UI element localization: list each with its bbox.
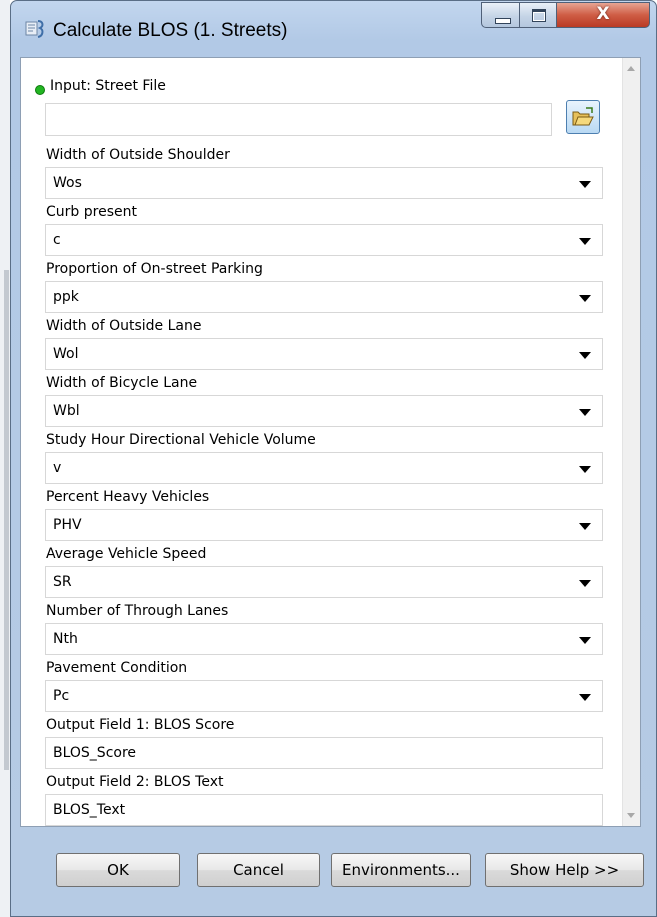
dropdown-arrow-icon <box>579 181 591 188</box>
param-select-nth[interactable]: Nth <box>45 623 603 655</box>
param-label-wbl: Width of Bicycle Lane <box>46 375 198 391</box>
dropdown-arrow-icon <box>579 637 591 644</box>
street-file-input[interactable] <box>45 103 552 136</box>
param-label-phv: Percent Heavy Vehicles <box>46 489 210 505</box>
param-label-v: Study Hour Directional Vehicle Volume <box>46 432 316 448</box>
dropdown-arrow-icon <box>579 352 591 359</box>
param-select-phv[interactable]: PHV <box>45 509 603 541</box>
background-scrollbar <box>4 270 9 770</box>
param-label-wos: Width of Outside Shoulder <box>46 147 230 163</box>
maximize-button[interactable] <box>519 2 557 28</box>
open-folder-icon <box>572 107 594 126</box>
dropdown-arrow-icon <box>579 238 591 245</box>
vertical-scrollbar[interactable] <box>622 58 640 826</box>
param-label-wol: Width of Outside Lane <box>46 318 202 334</box>
param-select-ppk[interactable]: ppk <box>45 281 603 313</box>
button-row: OK Cancel Environments... Show Help >> <box>11 827 656 907</box>
output-label-text: Output Field 2: BLOS Text <box>46 774 224 790</box>
window-title: Calculate BLOS (1. Streets) <box>53 20 288 41</box>
environments-button[interactable]: Environments... <box>331 853 471 887</box>
param-select-v[interactable]: v <box>45 452 603 484</box>
tool-script-icon <box>23 18 47 40</box>
input-street-file-label: Input: Street File <box>50 78 166 94</box>
param-select-curb[interactable]: c <box>45 224 603 256</box>
background-window-edge <box>0 0 10 917</box>
param-label-nth: Number of Through Lanes <box>46 603 229 619</box>
dropdown-arrow-icon <box>579 580 591 587</box>
minimize-button[interactable] <box>481 2 520 28</box>
dropdown-arrow-icon <box>579 466 591 473</box>
param-label-curb: Curb present <box>46 204 137 220</box>
param-label-sr: Average Vehicle Speed <box>46 546 207 562</box>
param-select-pc[interactable]: Pc <box>45 680 603 712</box>
scroll-down-icon[interactable] <box>627 813 635 818</box>
window-controls: X <box>481 2 655 30</box>
minimize-icon <box>495 18 511 24</box>
param-select-wbl[interactable]: Wbl <box>45 395 603 427</box>
param-select-wol[interactable]: Wol <box>45 338 603 370</box>
show-help-button[interactable]: Show Help >> <box>485 853 644 887</box>
cancel-button[interactable]: Cancel <box>197 853 320 887</box>
param-select-sr[interactable]: SR <box>45 566 603 598</box>
param-select-wos[interactable]: Wos <box>45 167 603 199</box>
param-label-ppk: Proportion of On-street Parking <box>46 261 263 277</box>
title-bar[interactable]: Calculate BLOS (1. Streets) X <box>11 1 656 55</box>
output-field-score[interactable]: BLOS_Score <box>45 737 603 769</box>
dialog-window: Calculate BLOS (1. Streets) X Input: Str… <box>10 0 657 917</box>
scroll-up-icon[interactable] <box>627 66 635 71</box>
dropdown-arrow-icon <box>579 409 591 416</box>
browse-button[interactable] <box>566 100 600 134</box>
ok-button[interactable]: OK <box>56 853 180 887</box>
output-field-text[interactable]: BLOS_Text <box>45 794 603 826</box>
close-button[interactable]: X <box>556 2 650 28</box>
maximize-icon <box>532 9 546 22</box>
output-label-score: Output Field 1: BLOS Score <box>46 717 235 733</box>
dropdown-arrow-icon <box>579 523 591 530</box>
close-icon: X <box>596 4 610 24</box>
dropdown-arrow-icon <box>579 694 591 701</box>
param-label-pc: Pavement Condition <box>46 660 188 676</box>
dropdown-arrow-icon <box>579 295 591 302</box>
parameter-panel: Input: Street File Width of Outside Shou… <box>20 57 641 827</box>
required-parameter-icon <box>35 85 45 95</box>
